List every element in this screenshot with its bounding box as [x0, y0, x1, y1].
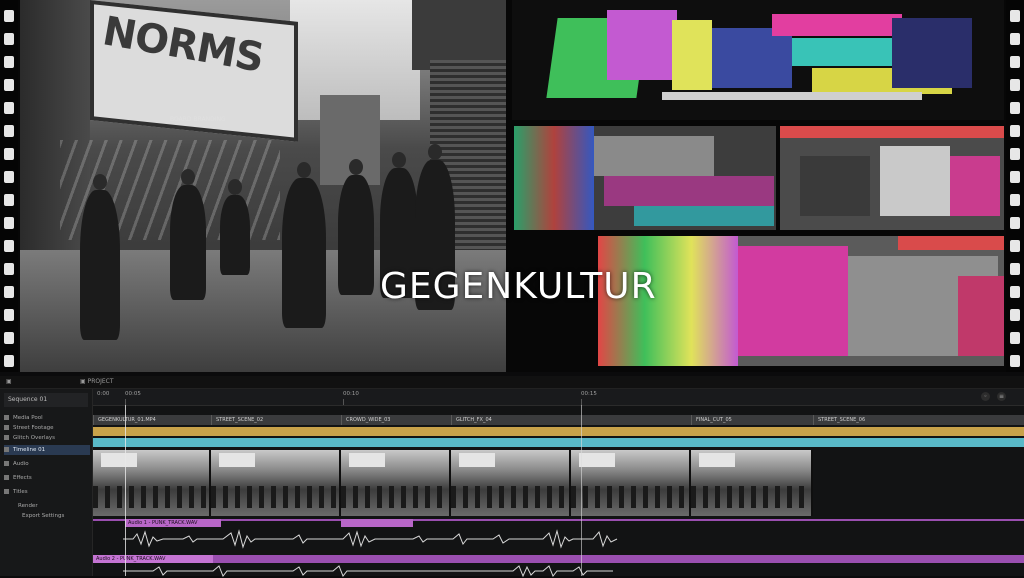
sprocket-hole [4, 217, 14, 229]
dancer-figure [282, 162, 326, 328]
crowd-figure [220, 179, 250, 275]
side-item-audio[interactable]: Audio [4, 459, 90, 469]
sprocket-hole [1010, 286, 1020, 298]
clip-title[interactable]: GLITCH_FX_04 [451, 415, 691, 425]
video-track-cyan[interactable] [93, 438, 1024, 447]
audio-lane[interactable] [93, 519, 1024, 521]
sprocket-hole [4, 194, 14, 206]
glitch-frame-mall [598, 236, 1004, 366]
sprocket-hole [1010, 79, 1020, 91]
clip-thumbnail[interactable] [691, 450, 813, 516]
sprocket-hole [1010, 263, 1020, 275]
audio-clip-label[interactable] [341, 519, 413, 527]
sprocket-hole [4, 355, 14, 367]
clip-title[interactable]: STREET_SCENE_06 [813, 415, 1024, 425]
dancer-figure [170, 169, 206, 300]
sprocket-hole [1010, 194, 1020, 206]
time-ruler[interactable]: 0:00 00:05 00:10 00:15 ◦ ≡ [93, 389, 1024, 406]
clip-thumbnail[interactable] [341, 450, 451, 516]
sprocket-hole [1010, 56, 1020, 68]
clip-thumbnail[interactable] [93, 450, 211, 516]
clip-title[interactable]: CROWD_WIDE_03 [341, 415, 451, 425]
sprocket-hole [4, 240, 14, 252]
ruler-label: 0:00 [97, 391, 110, 397]
sprocket-hole [4, 56, 14, 68]
clip-title-row: GEGENKULTUR_01.MP4 STREET_SCENE_02 CROWD… [93, 415, 1024, 425]
sprocket-hole [4, 309, 14, 321]
side-footer-render[interactable]: Render [4, 501, 104, 511]
side-panel: Sequence 01 Media Pool Street Footage Gl… [0, 389, 93, 576]
clip-thumbnail[interactable] [451, 450, 571, 516]
dancer-figure [80, 174, 120, 340]
ruler-label: 00:10 [343, 391, 359, 397]
sprocket-hole [4, 148, 14, 160]
sprocket-hole [1010, 102, 1020, 114]
side-item-effects[interactable]: Effects [4, 473, 90, 483]
sprocket-hole [1010, 217, 1020, 229]
sprocket-hole [1010, 240, 1020, 252]
film-sprocket-right [1006, 0, 1024, 372]
project-label[interactable]: ▣ PROJECT [80, 378, 114, 385]
audio-clip-label[interactable]: Audio 2 - PUNK_TRACK.WAV [93, 555, 213, 563]
side-item-timeline[interactable]: Timeline 01 [4, 445, 90, 455]
menu-icon[interactable]: ≡ [997, 392, 1006, 401]
clip-title[interactable]: GEGENKULTUR_01.MP4 [93, 415, 211, 425]
billboard-subtext: BOARD BRANDING [170, 116, 226, 123]
sprocket-hole [1010, 355, 1020, 367]
glitch-frame-crowd [780, 126, 1004, 230]
clip-thumbnail[interactable] [211, 450, 341, 516]
glitch-frame-top [512, 0, 1004, 120]
glitch-frame-store [514, 126, 776, 230]
side-item-media-pool[interactable]: Media Pool [4, 413, 90, 423]
side-item-street-footage[interactable]: Street Footage [4, 423, 90, 433]
clip-title[interactable]: FINAL_CUT_05 [691, 415, 813, 425]
preview-monitor: NORMS BOARD BRANDING GEGENKULTUR [0, 0, 1024, 372]
side-item-titles[interactable]: Titles [4, 487, 90, 497]
audio-lane[interactable] [93, 555, 1024, 563]
timeline[interactable]: 0:00 00:05 00:10 00:15 ◦ ≡ GEGENKULTUR_0… [93, 389, 1024, 578]
sprocket-hole [4, 263, 14, 275]
sprocket-hole [4, 332, 14, 344]
sprocket-hole [1010, 10, 1020, 22]
sprocket-hole [4, 79, 14, 91]
sprocket-hole [4, 171, 14, 183]
side-item-glitch-overlays[interactable]: Glitch Overlays [4, 433, 90, 443]
editor-panel: ▣ ▣ PROJECT Sequence 01 Media Pool Stree… [0, 376, 1024, 578]
sprocket-hole [1010, 171, 1020, 183]
sprocket-hole [1010, 33, 1020, 45]
cut-marker[interactable] [581, 405, 582, 576]
title-overlay: GEGENKULTUR [380, 266, 657, 307]
audio-waveform[interactable] [93, 528, 1024, 550]
playhead[interactable] [125, 405, 126, 576]
video-track-gold[interactable] [93, 427, 1024, 436]
sprocket-hole [1010, 332, 1020, 344]
sprocket-hole [1010, 148, 1020, 160]
clip-thumbnail[interactable] [571, 450, 691, 516]
sprocket-hole [4, 286, 14, 298]
sprocket-hole [1010, 309, 1020, 321]
editor-topbar: ▣ ▣ PROJECT [0, 376, 1024, 389]
clip-title[interactable]: STREET_SCENE_02 [211, 415, 341, 425]
street-scene-frame: NORMS BOARD BRANDING [20, 0, 506, 372]
ruler-label: 00:05 [125, 391, 141, 397]
sprocket-hole [1010, 125, 1020, 137]
sprocket-hole [4, 125, 14, 137]
audio-clip-label[interactable]: Audio 1 - PUNK_TRACK.WAV [125, 519, 221, 527]
film-sprocket-left [0, 0, 18, 372]
sprocket-hole [4, 33, 14, 45]
topbar-icon[interactable]: ▣ [6, 378, 12, 385]
ruler-label: 00:15 [581, 391, 597, 397]
sprocket-hole [4, 10, 14, 22]
sprocket-hole [4, 102, 14, 114]
sequence-header[interactable]: Sequence 01 [4, 393, 88, 407]
settings-icon[interactable]: ◦ [981, 392, 990, 401]
crowd-figure [338, 159, 374, 295]
